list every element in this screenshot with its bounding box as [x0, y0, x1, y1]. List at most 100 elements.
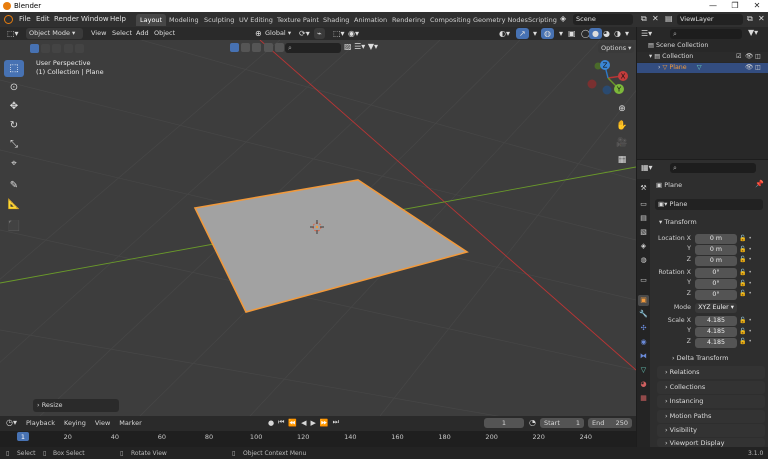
jump-start-icon[interactable]: ⏮: [278, 418, 284, 427]
properties-search-input[interactable]: ⌕: [670, 163, 756, 173]
filter-mesh-icon[interactable]: [230, 43, 239, 52]
scene-icon[interactable]: ◈: [560, 14, 566, 23]
tab-shading[interactable]: Shading: [319, 14, 353, 26]
collection-tab-icon[interactable]: ▭: [638, 275, 649, 286]
section-visibility[interactable]: › Visibility: [657, 424, 765, 437]
move-tool-icon[interactable]: ✥: [4, 98, 24, 115]
new-view-layer-icon[interactable]: ⧉: [747, 14, 753, 24]
outliner[interactable]: ☰▾ ⌕ ▼▾ ▤ Scene Collection ▾ ▤ Collectio…: [637, 27, 768, 159]
section-delta-transform[interactable]: › Delta Transform: [664, 352, 768, 365]
particles-tab-icon[interactable]: ✣: [638, 323, 649, 334]
rotation-y-field[interactable]: 0°: [695, 279, 737, 289]
menu-object[interactable]: Object: [151, 28, 178, 39]
tab-texture-paint[interactable]: Texture Paint: [273, 14, 323, 26]
gizmo-toggle-icon[interactable]: ↗: [516, 28, 529, 39]
menu-playback[interactable]: Playback: [26, 419, 55, 427]
measure-tool-icon[interactable]: 📐: [4, 196, 24, 213]
filter-other-icon[interactable]: [274, 43, 284, 52]
lock-icon[interactable]: 🔓 •: [739, 289, 752, 300]
select-box-tool-icon[interactable]: ⬚: [4, 60, 24, 77]
shading-dropdown-icon[interactable]: ▾: [622, 28, 632, 39]
collection-eye-icon[interactable]: 👁: [745, 52, 753, 62]
menu-add[interactable]: Add: [133, 28, 152, 39]
play-reverse-icon[interactable]: ◀: [301, 419, 306, 427]
zoom-icon[interactable]: ⊕: [614, 101, 630, 117]
timeline-editor[interactable]: ◷▾ Playback Keying View Marker ● ⏮ ⏪ ◀ ▶…: [0, 416, 636, 447]
view-layer-field[interactable]: ViewLayer: [677, 14, 743, 25]
tab-modeling[interactable]: Modeling: [165, 14, 203, 26]
plane-camera-icon[interactable]: ◫: [755, 63, 761, 73]
lock-icon[interactable]: 🔓 •: [739, 255, 752, 266]
outliner-scene-collection[interactable]: ▤ Scene Collection: [637, 41, 768, 51]
section-motion-paths[interactable]: › Motion Paths: [657, 410, 765, 423]
options-dropdown[interactable]: Options ▾: [598, 43, 635, 53]
data-tab-icon[interactable]: ▽: [638, 365, 649, 376]
collection-checkbox-icon[interactable]: ☑: [736, 52, 742, 62]
select-intersect-icon[interactable]: [74, 44, 84, 53]
scene-tab-icon[interactable]: ◈: [638, 241, 649, 252]
plane-expand-icon[interactable]: ›: [658, 64, 661, 71]
scale-y-field[interactable]: 4.185: [695, 327, 737, 337]
pivot-point-icon[interactable]: ⟳▾: [296, 28, 313, 39]
close-button[interactable]: ✕: [746, 0, 768, 12]
mode-dropdown[interactable]: Object Mode ▾: [26, 28, 83, 39]
physics-tab-icon[interactable]: ◉: [638, 337, 649, 348]
lock-icon[interactable]: 🔓 •: [739, 327, 752, 338]
collection-expand-icon[interactable]: ▾: [649, 53, 652, 60]
scene-field[interactable]: Scene: [573, 14, 633, 25]
menu-window[interactable]: Window: [81, 15, 109, 23]
material-tab-icon[interactable]: ◕: [638, 379, 649, 390]
view-layer-icon[interactable]: ▤: [665, 14, 673, 23]
properties-type-icon[interactable]: ▦▾: [641, 163, 653, 172]
annotate-tool-icon[interactable]: ✎: [4, 177, 24, 194]
editor-type-icon[interactable]: ⬚▾: [4, 28, 22, 39]
pin-icon[interactable]: 📌: [755, 180, 764, 188]
perspective-toggle-icon[interactable]: ▦: [614, 152, 630, 168]
end-frame-field[interactable]: End 250: [588, 418, 632, 428]
tab-layout[interactable]: Layout: [136, 14, 167, 26]
blender-menu-icon[interactable]: [4, 15, 13, 24]
properties-editor[interactable]: ▦▾ ⌕ ⚒ ▭ ▤ ▧ ◈ ◍ ▭ ▣ 🔧 ✣ ◉ ⧓ ▽ ◕ ▦ ▣ Pla…: [637, 160, 768, 447]
rotate-tool-icon[interactable]: ↻: [4, 117, 24, 134]
section-collections[interactable]: › Collections: [657, 381, 765, 394]
tab-uv-editing[interactable]: UV Editing: [235, 14, 277, 26]
prev-keyframe-icon[interactable]: ⏪: [288, 419, 297, 427]
visibility-icon[interactable]: ◐▾: [496, 28, 513, 39]
location-y-field[interactable]: 0 m: [695, 245, 737, 255]
gizmo-y-label[interactable]: Y: [616, 86, 622, 94]
rotation-mode-dropdown[interactable]: XYZ Euler ▾: [695, 303, 737, 313]
scale-z-field[interactable]: 4.185: [695, 338, 737, 348]
tab-geometry-nodes[interactable]: Geometry Nodes: [469, 14, 532, 26]
select-subtract-icon[interactable]: [52, 44, 62, 53]
record-icon[interactable]: ●: [268, 419, 274, 427]
section-relations[interactable]: › Relations: [657, 366, 765, 379]
select-invert-icon[interactable]: [63, 44, 73, 53]
lock-icon[interactable]: 🔓 •: [739, 279, 752, 290]
render-tab-icon[interactable]: ▭: [638, 199, 649, 210]
tab-sculpting[interactable]: Sculpting: [200, 14, 238, 26]
viewport-search-input[interactable]: ⌕: [285, 43, 341, 53]
world-tab-icon[interactable]: ◍: [638, 255, 649, 266]
xray-icon[interactable]: ▣: [565, 28, 579, 39]
camera-view-icon[interactable]: 🎥: [614, 135, 630, 151]
view-layer-tab-icon[interactable]: ▧: [638, 227, 649, 238]
proportional-edit-icon[interactable]: ◉▾: [345, 28, 362, 39]
plane-eye-icon[interactable]: 👁: [745, 63, 753, 73]
clock-icon[interactable]: ◔: [529, 418, 536, 427]
constraints-tab-icon[interactable]: ⧓: [638, 351, 649, 362]
scale-x-field[interactable]: 4.185: [695, 316, 737, 326]
timeline-editor-type-icon[interactable]: ◷▾: [6, 418, 17, 427]
outliner-filter-icon[interactable]: ▼▾: [748, 28, 758, 37]
next-keyframe-icon[interactable]: ⏩: [320, 419, 329, 427]
last-operation-panel[interactable]: › Resize: [33, 399, 119, 412]
section-instancing[interactable]: › Instancing: [657, 395, 765, 408]
gizmo-z-label[interactable]: Z: [603, 62, 608, 70]
tool-tab-icon[interactable]: ⚒: [638, 183, 649, 194]
snap-icon[interactable]: ⌁: [314, 28, 325, 39]
filter-empty-icon[interactable]: [263, 43, 273, 52]
filter-light-icon[interactable]: [241, 43, 251, 52]
add-cube-tool-icon[interactable]: ⬛: [4, 218, 24, 235]
rotation-x-field[interactable]: 0°: [695, 268, 737, 278]
new-scene-icon[interactable]: ⧉: [641, 14, 647, 24]
lock-icon[interactable]: 🔓 •: [739, 316, 752, 327]
